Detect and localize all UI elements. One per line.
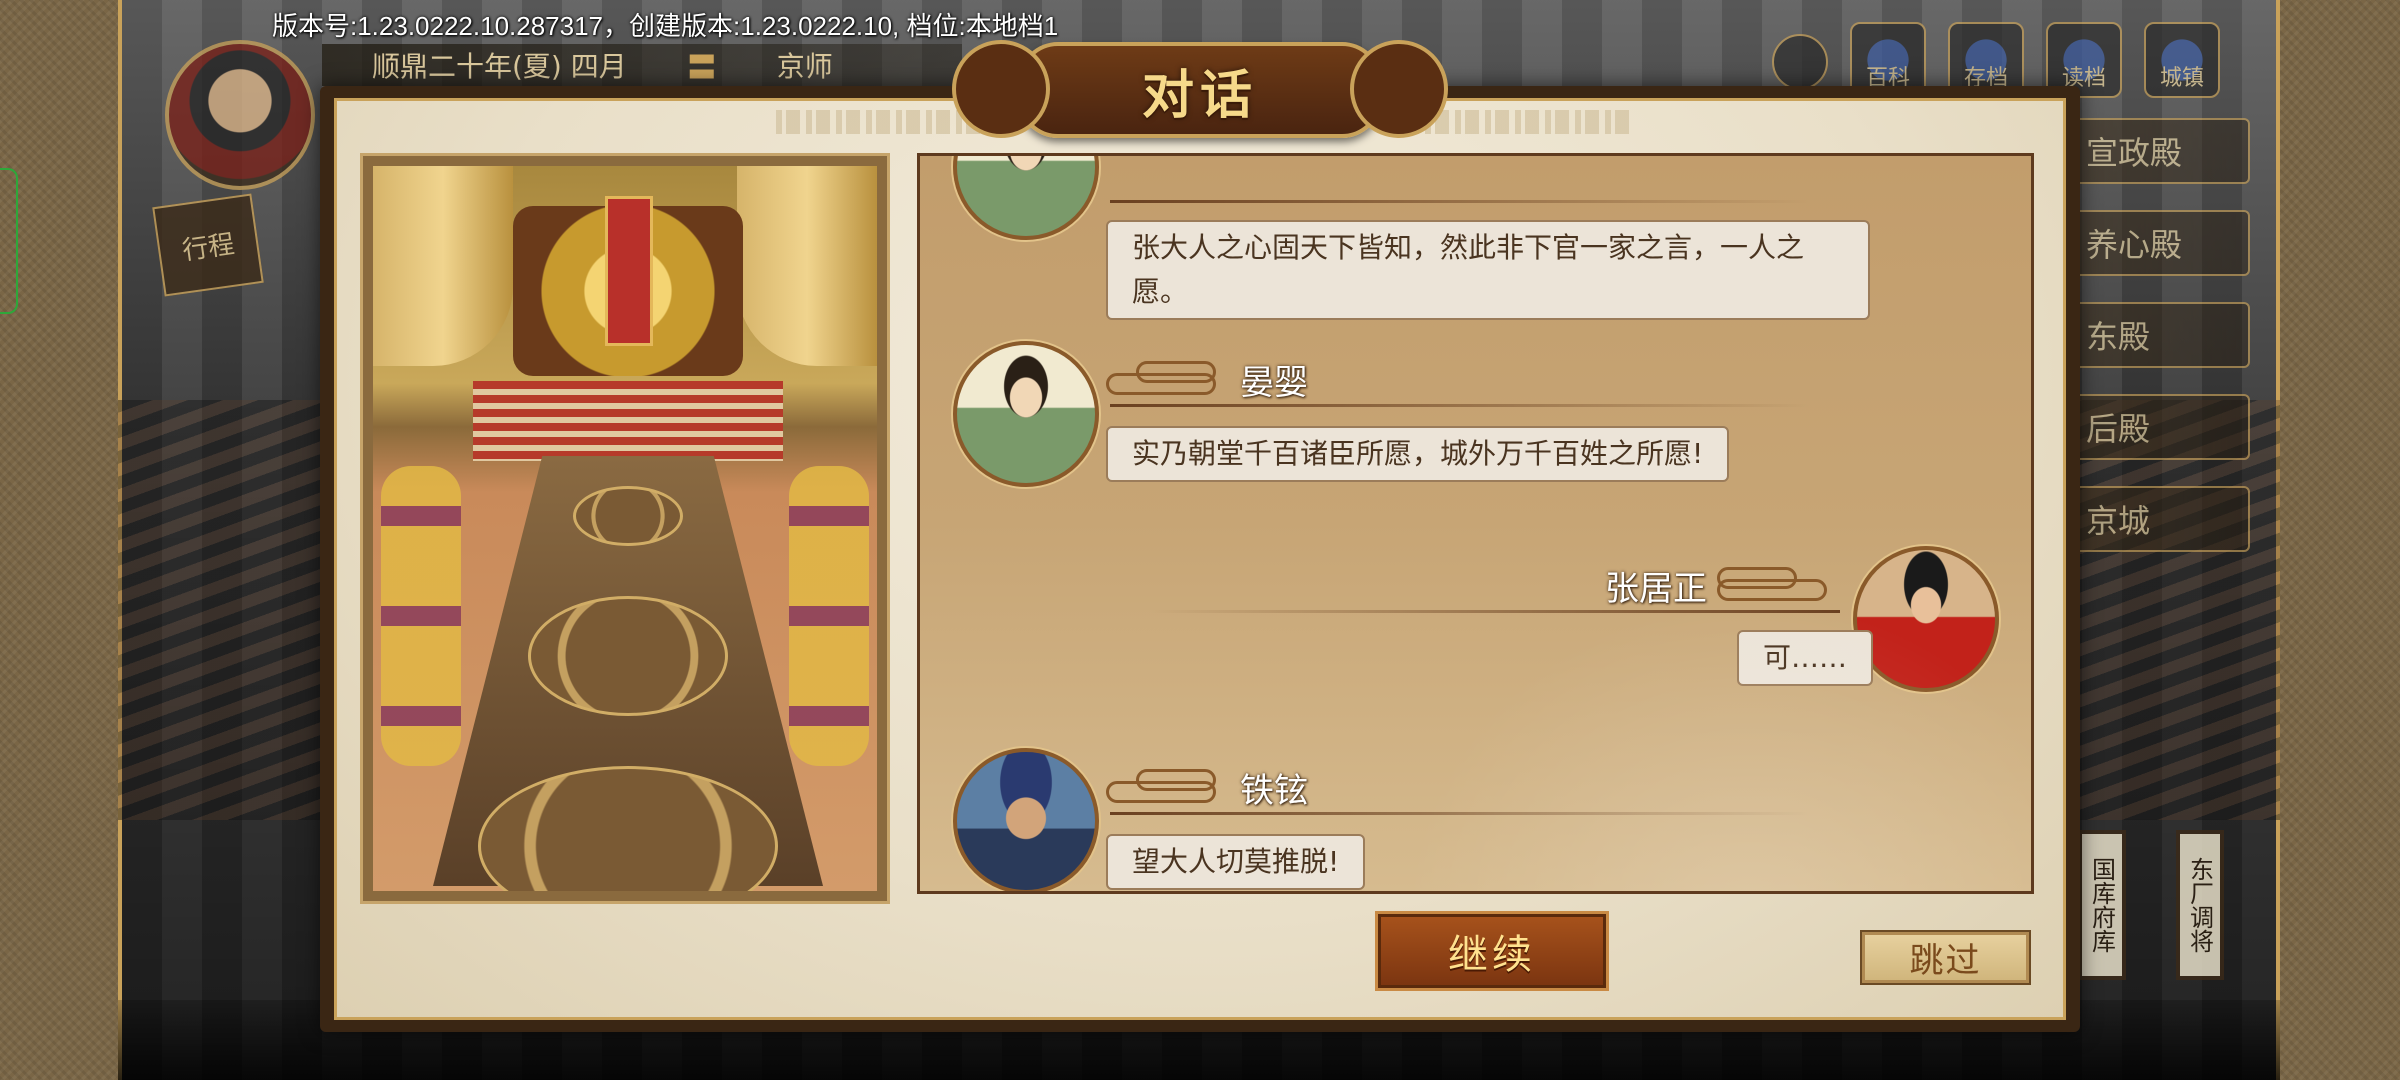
name-underline	[1150, 610, 1840, 613]
dragon-medallion	[573, 486, 683, 546]
east-depot-sign[interactable]: 东厂调将	[2176, 830, 2224, 980]
history-icon[interactable]	[1772, 34, 1828, 90]
speaker-row: 铁铉	[1106, 764, 1308, 811]
scene-frame	[360, 153, 890, 904]
zhang-juzheng-portrait	[1853, 546, 1999, 692]
player-avatar[interactable]	[165, 40, 315, 190]
speaker-row: 张居正	[1605, 562, 1837, 609]
name-underline	[1110, 812, 1810, 815]
nav-east-hall[interactable]: 东殿	[2066, 302, 2250, 368]
tiexuan-portrait	[953, 748, 1099, 891]
city-icon[interactable]: 城镇	[2144, 22, 2220, 98]
name-underline	[1110, 200, 1810, 203]
officials-right	[789, 466, 869, 766]
dialogue-bubble: 望大人切莫推脱!	[1106, 834, 1366, 890]
yanying-portrait	[953, 156, 1099, 240]
location-nav: 宣政殿 养心殿 东殿 后殿 京城	[2066, 118, 2250, 552]
dragon-pillar	[605, 196, 653, 346]
location-text: 京师	[776, 50, 833, 83]
speaker-name: 张居正	[1605, 568, 1707, 609]
speaker-name: 铁铉	[1240, 770, 1308, 811]
cloud-icon	[1717, 565, 1837, 605]
date-text: 顺鼎二十年(夏) 四月	[372, 50, 627, 83]
date-bar: 顺鼎二十年(夏) 四月 〓 京师	[322, 44, 962, 86]
curtain-left	[373, 166, 513, 366]
dragon-medallion	[528, 596, 728, 716]
dialogue-bubble: 张大人之心固天下皆知，然此非下官一家之言，一人之愿。	[1106, 220, 1870, 320]
treasury-sign[interactable]: 国库府库	[2078, 830, 2126, 980]
itinerary-badge[interactable]: 行程	[152, 193, 264, 297]
skip-button[interactable]: 跳过	[1860, 930, 2031, 985]
dialogue-bubble: 可……	[1737, 630, 1874, 686]
dialog-title: 对话	[1141, 65, 1258, 126]
nav-yangxin-hall[interactable]: 养心殿	[2066, 210, 2250, 276]
cloud-icon	[1106, 359, 1226, 399]
cloud-icon	[1106, 767, 1226, 807]
officials-left	[381, 466, 461, 766]
version-info: 版本号:1.23.0222.10.287317，创建版本:1.23.0222.1…	[272, 11, 1059, 41]
throne-stairs	[473, 381, 783, 461]
speaker-row: 晏婴	[1106, 356, 1308, 403]
dialog-title-plaque: 对话	[952, 40, 1448, 138]
curtain-right	[737, 166, 877, 366]
nav-capital[interactable]: 京城	[2066, 486, 2250, 552]
dialogue-log[interactable]: 张大人之心固天下皆知，然此非下官一家之言，一人之愿。 晏婴 实乃朝堂千百诸臣所愿…	[917, 153, 2034, 894]
dialogue-bubble: 实乃朝堂千百诸臣所愿，城外万千百姓之所愿!	[1106, 426, 1730, 482]
nav-xuanzheng-hall[interactable]: 宣政殿	[2066, 118, 2250, 184]
name-underline	[1110, 404, 1810, 407]
divider-icon: 〓	[686, 51, 717, 86]
speaker-name: 晏婴	[1240, 362, 1308, 403]
continue-button[interactable]: 继续	[1375, 911, 1609, 991]
yanying-portrait	[953, 341, 1099, 487]
nav-rear-hall[interactable]: 后殿	[2066, 394, 2250, 460]
left-edge-tab[interactable]	[0, 168, 18, 314]
throne-hall-illustration	[373, 166, 877, 891]
